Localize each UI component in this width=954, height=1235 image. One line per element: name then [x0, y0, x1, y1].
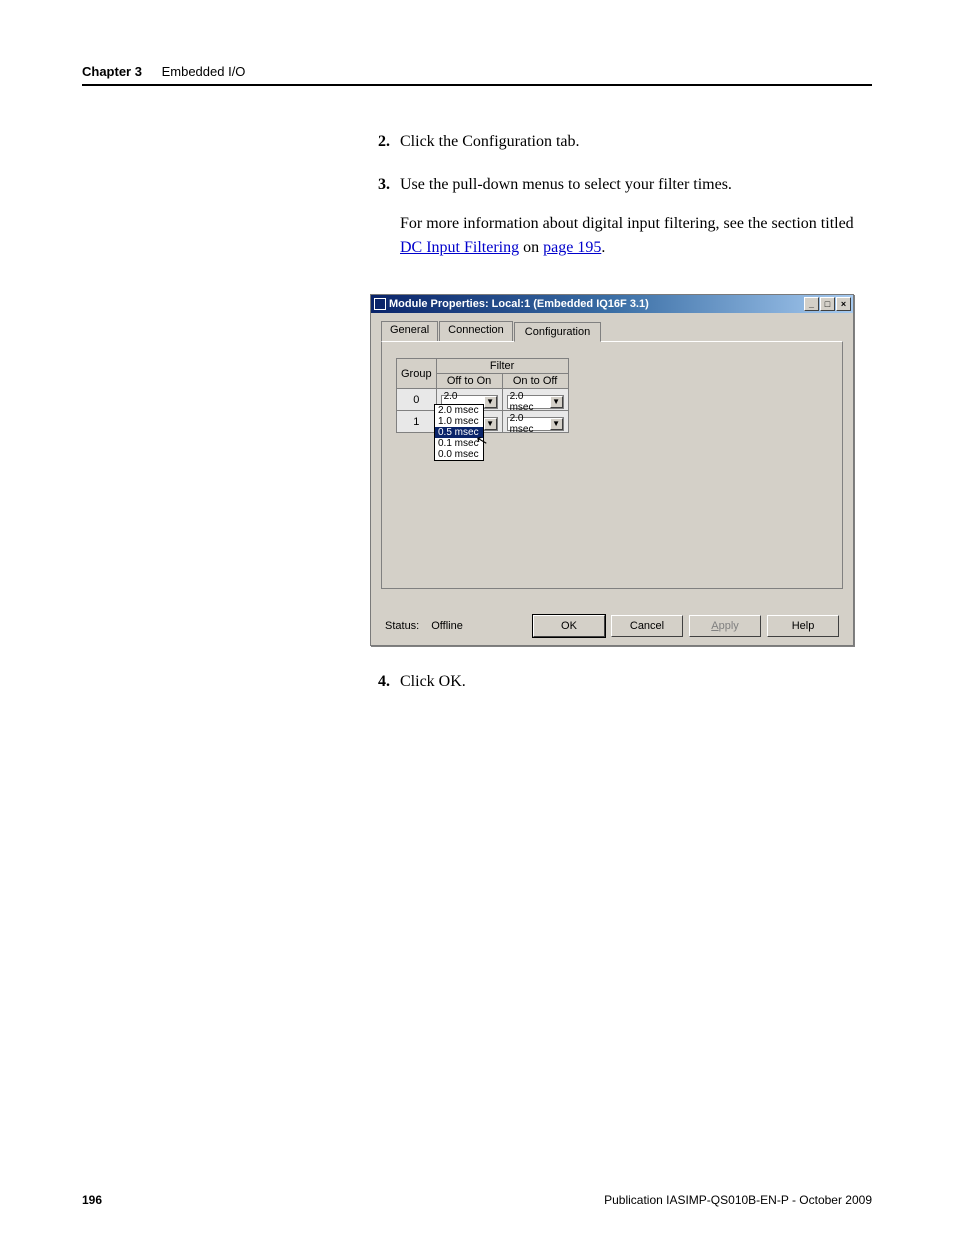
header-rule — [82, 84, 872, 86]
chapter-number: Chapter 3 — [82, 64, 142, 79]
chevron-down-icon[interactable]: ▼ — [550, 418, 563, 430]
maximize-button[interactable]: □ — [820, 297, 835, 311]
step-3-number: 3. — [370, 173, 390, 275]
tab-panel-configuration: Group Filter Off to On On to Off 0 2.0 m… — [381, 341, 843, 589]
step-3: 3. Use the pull-down menus to select you… — [370, 173, 872, 275]
body-content: 2. Click the Configuration tab. 3. Use t… — [370, 130, 872, 295]
dropdown-onoff-0[interactable]: 2.0 msec ▼ — [507, 395, 564, 409]
step-4: 4. Click OK. — [370, 670, 872, 693]
apply-button[interactable]: Apply — [689, 615, 761, 637]
step-3-more-suffix: . — [601, 239, 605, 256]
cancel-button[interactable]: Cancel — [611, 615, 683, 637]
window-title: Module Properties: Local:1 (Embedded IQ1… — [389, 298, 804, 310]
dropdown-onoff-1[interactable]: 2.0 msec ▼ — [507, 417, 564, 431]
tab-row: General Connection Configuration — [381, 321, 853, 341]
cell-group-1: 1 — [397, 411, 437, 433]
status-value: Offline — [431, 620, 463, 632]
col-header-on-to-off: On to Off — [502, 374, 568, 389]
chapter-title: Embedded I/O — [162, 64, 246, 79]
step-3-more-mid: on — [519, 239, 543, 256]
publication-info: Publication IASIMP-QS010B-EN-P - October… — [604, 1193, 872, 1207]
step-2-text: Click the Configuration tab. — [400, 130, 872, 153]
chevron-down-icon[interactable]: ▼ — [484, 396, 497, 408]
status-row: Status: Offline OK Cancel Apply Help — [385, 615, 839, 637]
app-icon — [374, 298, 386, 310]
step-4-container: 4. Click OK. — [370, 670, 872, 713]
cell-onoff-0: 2.0 msec ▼ — [502, 389, 568, 411]
dropdown-option[interactable]: 2.0 msec — [435, 405, 483, 416]
dropdown-option[interactable]: 0.0 msec — [435, 449, 483, 460]
dropdown-option[interactable]: 1.0 msec — [435, 416, 483, 427]
titlebar[interactable]: Module Properties: Local:1 (Embedded IQ1… — [371, 295, 853, 313]
chevron-down-icon[interactable]: ▼ — [484, 418, 497, 430]
page-footer: 196 Publication IASIMP-QS010B-EN-P - Oct… — [82, 1193, 872, 1207]
chevron-down-icon[interactable]: ▼ — [550, 396, 563, 408]
ok-button[interactable]: OK — [533, 615, 605, 637]
col-header-off-to-on: Off to On — [436, 374, 502, 389]
dropdown-onoff-1-value: 2.0 msec — [510, 413, 550, 435]
col-header-filter: Filter — [436, 359, 568, 374]
page-number: 196 — [82, 1193, 102, 1207]
cell-group-0: 0 — [397, 389, 437, 411]
page-header: Chapter 3 Embedded I/O — [82, 64, 872, 79]
module-properties-window: Module Properties: Local:1 (Embedded IQ1… — [370, 294, 854, 646]
step-2: 2. Click the Configuration tab. — [370, 130, 872, 153]
window-controls: _ □ × — [804, 297, 851, 311]
step-3-text: Use the pull-down menus to select your f… — [400, 173, 872, 196]
step-2-number: 2. — [370, 130, 390, 153]
step-3-more: For more information about digital input… — [400, 212, 872, 258]
step-3-body: Use the pull-down menus to select your f… — [400, 173, 872, 275]
help-button[interactable]: Help — [767, 615, 839, 637]
tab-general[interactable]: General — [381, 321, 438, 341]
step-4-text: Click OK. — [400, 670, 872, 693]
cell-onoff-1: 2.0 msec ▼ — [502, 411, 568, 433]
close-button[interactable]: × — [836, 297, 851, 311]
link-page-195[interactable]: page 195 — [543, 239, 601, 256]
tab-configuration[interactable]: Configuration — [514, 322, 601, 342]
col-header-group: Group — [397, 359, 437, 389]
minimize-button[interactable]: _ — [804, 297, 819, 311]
link-dc-input-filtering[interactable]: DC Input Filtering — [400, 239, 519, 256]
step-4-number: 4. — [370, 670, 390, 693]
dropdown-onoff-0-value: 2.0 msec — [510, 391, 550, 413]
step-3-more-prefix: For more information about digital input… — [400, 215, 854, 232]
status-label: Status: — [385, 620, 419, 632]
tab-connection[interactable]: Connection — [439, 321, 513, 341]
